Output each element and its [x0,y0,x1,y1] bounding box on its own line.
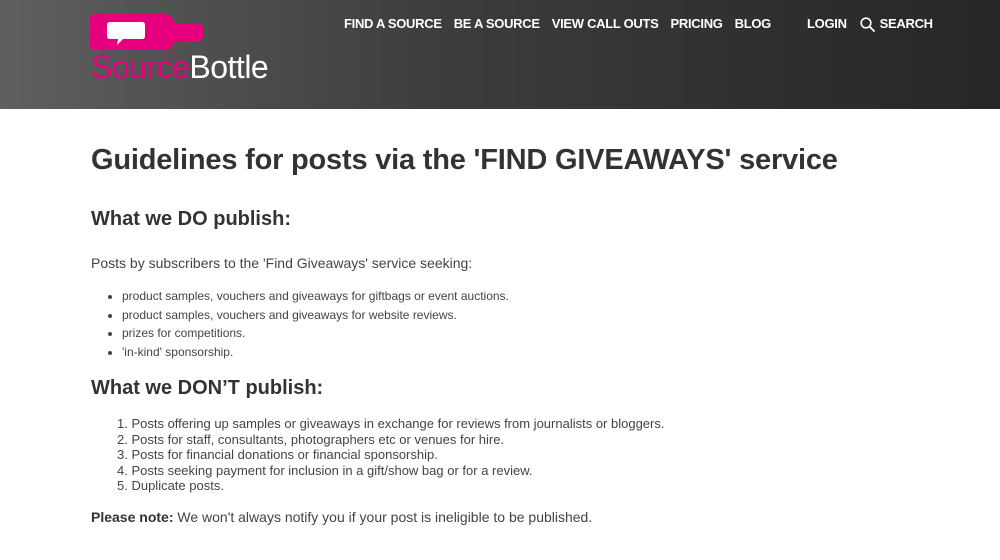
logo-source-text: Source [91,49,190,85]
note-label: Please note: [91,508,174,525]
list-item: 4. Posts seeking payment for inclusion i… [117,462,533,478]
main-content: Guidelines for posts via the 'FIND GIVEA… [91,138,951,526]
list-item: 1. Posts offering up samples or giveaway… [117,416,665,431]
dont-publish-list: 1. Posts offering up samples or giveaway… [117,416,951,494]
list-item: 'in-kind' sponsorship. [106,343,951,362]
logo-bottle-text: Bottle [189,49,269,85]
logo-wordmark: SourceBottle [91,49,269,85]
list-item: product samples, vouchers and giveaways … [106,306,951,325]
list-item: prizes for competitions. [106,324,951,343]
site-header: SourceBottle FIND A SOURCE BE A SOURCE V… [0,0,1000,109]
search-link[interactable]: SEARCH [860,15,933,33]
main-nav: FIND A SOURCE BE A SOURCE VIEW CALL OUTS… [344,15,771,33]
account-nav: LOGIN SEARCH [807,15,933,33]
do-publish-heading: What we DO publish: [91,208,291,230]
list-item: 5. Duplicate posts. [117,478,224,493]
page-title: Guidelines for posts via the 'FIND GIVEA… [91,144,838,176]
please-note: Please note: We won't always notify you … [91,508,951,526]
do-publish-list: product samples, vouchers and giveaways … [106,287,951,361]
dont-publish-heading: What we DON’T publish: [91,377,324,399]
nav-view-call-outs[interactable]: VIEW CALL OUTS [552,15,659,33]
nav-pricing[interactable]: PRICING [671,15,723,33]
nav-find-a-source[interactable]: FIND A SOURCE [344,15,442,33]
login-link[interactable]: LOGIN [807,15,847,33]
sourcebottle-logo[interactable]: SourceBottle [90,14,300,85]
list-item: 3. Posts for financial donations or fina… [117,447,438,462]
list-item: 2. Posts for staff, consultants, photogr… [117,431,505,447]
note-text: We won't always notify you if your post … [173,508,593,525]
bottle-speech-icon [90,14,203,50]
search-icon [860,16,875,32]
list-item: product samples, vouchers and giveaways … [106,287,951,306]
nav-blog[interactable]: BLOG [735,15,772,33]
search-label: SEARCH [879,16,933,31]
nav-be-a-source[interactable]: BE A SOURCE [454,15,540,33]
intro-text: Posts by subscribers to the 'Find Giveaw… [91,255,473,271]
